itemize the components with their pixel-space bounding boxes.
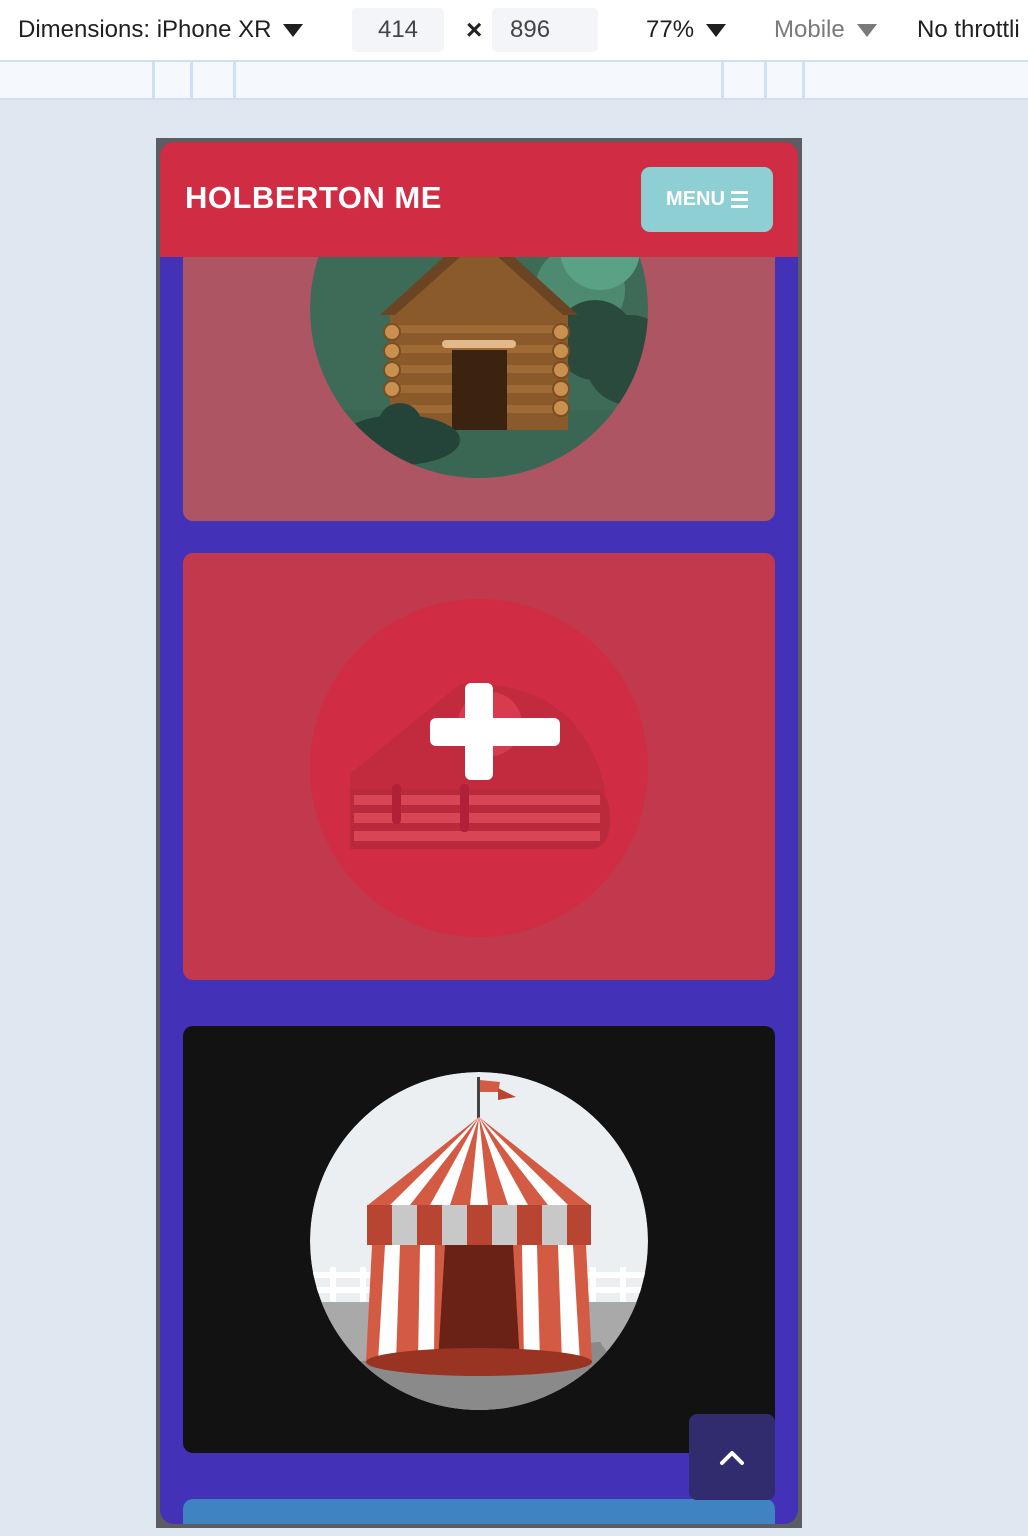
dimensions-dropdown[interactable]: Dimensions: iPhone XR (18, 0, 304, 60)
page-viewport[interactable]: HOLBERTON ME MENU (160, 142, 798, 1524)
tent-icon (310, 1072, 648, 1410)
device-type-dropdown[interactable]: Mobile (774, 0, 877, 60)
chevron-up-icon (720, 1451, 744, 1465)
zoom-dropdown[interactable]: 77% (646, 0, 727, 60)
site-title[interactable]: HOLBERTON ME (185, 180, 442, 216)
plus-icon (310, 599, 648, 937)
throttling-label: No throttli (917, 16, 1020, 43)
zoom-label: 77% (646, 16, 695, 43)
device-frame: HOLBERTON ME MENU (156, 138, 802, 1528)
caret-down-icon (856, 23, 877, 37)
menu-label: MENU (666, 188, 725, 210)
media-query-ruler[interactable] (0, 60, 1028, 100)
times-icon: × (466, 14, 483, 45)
card-circus-tent[interactable] (183, 1026, 775, 1453)
devtools-device-toolbar: Dimensions: iPhone XR 414 × 896 77% Mobi… (0, 0, 1028, 60)
hamburger-icon (730, 191, 748, 208)
dimensions-label: Dimensions: iPhone XR (18, 16, 272, 43)
caret-down-icon (283, 23, 304, 37)
card-next[interactable] (183, 1499, 775, 1524)
menu-button[interactable]: MENU (641, 167, 773, 232)
site-header: HOLBERTON ME MENU (160, 142, 798, 257)
width-input[interactable]: 414 (352, 8, 444, 52)
card-add-item[interactable] (183, 553, 775, 980)
device-type-label: Mobile (774, 16, 845, 43)
throttling-dropdown[interactable]: No throttli (917, 0, 1020, 60)
scroll-top-button[interactable] (689, 1414, 775, 1500)
caret-down-icon (706, 23, 727, 37)
height-input[interactable]: 896 (492, 8, 598, 52)
